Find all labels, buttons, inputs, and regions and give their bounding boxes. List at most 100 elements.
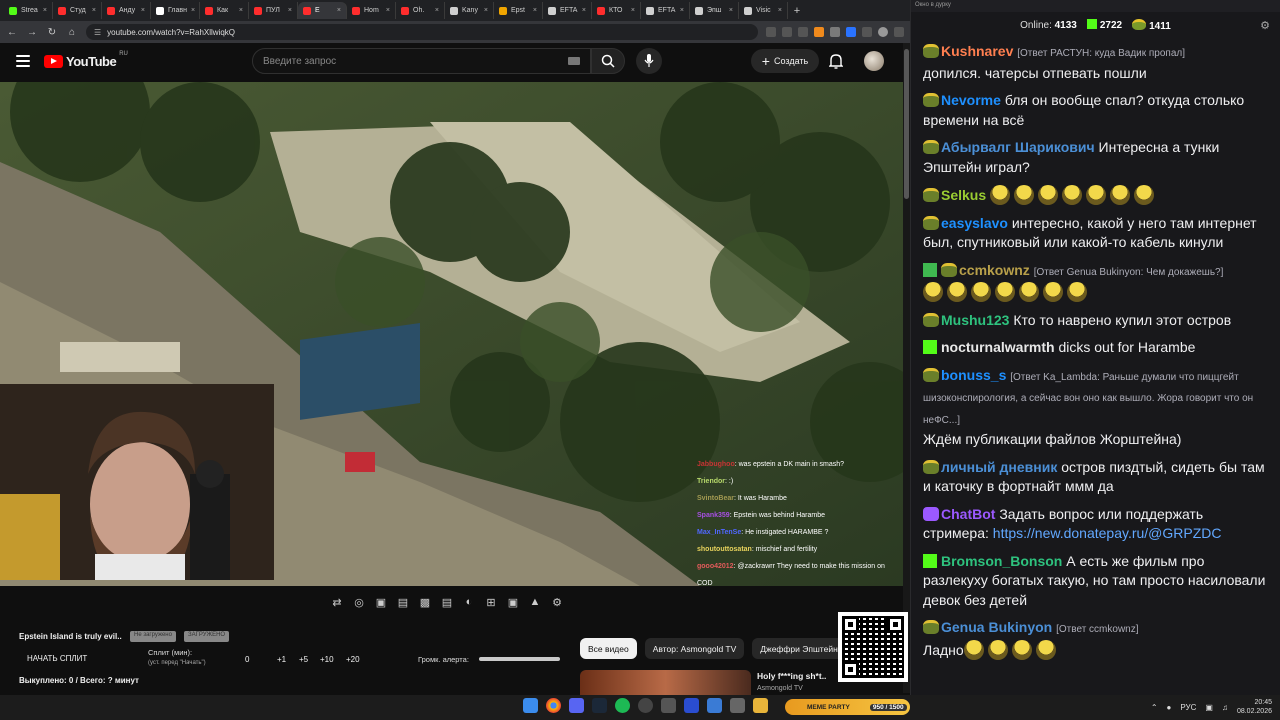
browser-tab[interactable]: EFTA ×	[543, 2, 592, 19]
profile-icon[interactable]	[878, 27, 888, 37]
meme-party-widget[interactable]: MEME PARTY 950 / 1500	[785, 699, 910, 715]
tab-close-icon[interactable]: ×	[288, 7, 292, 14]
app-icon[interactable]	[707, 698, 722, 713]
audio-icon[interactable]: ◎	[352, 596, 366, 609]
tab-close-icon[interactable]: ×	[484, 7, 488, 14]
keyboard-icon[interactable]	[568, 57, 580, 65]
youtube-logo[interactable]: YouTube RU	[44, 51, 128, 69]
video-player[interactable]: Jabbughoo: was epstein a DK main in smas…	[0, 82, 903, 586]
flask-icon[interactable]: ▲	[528, 596, 542, 609]
tab-close-icon[interactable]: ×	[631, 7, 635, 14]
filter-chip-author[interactable]: Автор: Asmongold TV	[644, 638, 745, 659]
explorer-icon[interactable]	[753, 698, 768, 713]
browser-tab[interactable]: Как ×	[200, 2, 249, 19]
filter-chip-all[interactable]: Все видео	[580, 638, 637, 659]
browser-tab[interactable]: Студ ×	[53, 2, 102, 19]
browser-tab[interactable]: ПУЛ ×	[249, 2, 298, 19]
chat-username[interactable]: easyslavo	[941, 215, 1008, 231]
tab-close-icon[interactable]: ×	[435, 7, 439, 14]
chat-username[interactable]: nocturnalwarmth	[941, 339, 1055, 355]
avatar[interactable]	[864, 51, 884, 71]
network-icon[interactable]: ▣	[1205, 703, 1213, 712]
tab-close-icon[interactable]: ×	[191, 7, 195, 14]
app-icon[interactable]	[661, 698, 676, 713]
browser-tab[interactable]: Epst ×	[494, 2, 543, 19]
app-icon[interactable]	[730, 698, 745, 713]
gear-icon[interactable]: ⚙	[550, 596, 564, 609]
split-value[interactable]: 0	[245, 655, 249, 664]
browser-tab[interactable]: Анду ×	[102, 2, 151, 19]
download-icon[interactable]	[862, 27, 872, 37]
chat-username[interactable]: Nevorme	[941, 92, 1001, 108]
search-button[interactable]	[591, 48, 625, 74]
increment-button[interactable]: +5	[299, 655, 308, 664]
menu-icon[interactable]	[894, 27, 904, 37]
chat-username[interactable]: Mushu123	[941, 312, 1009, 328]
browser-tab[interactable]: Е ×	[298, 2, 347, 19]
steam-icon[interactable]	[592, 698, 607, 713]
increment-button[interactable]: +1	[277, 655, 286, 664]
extension-icon[interactable]	[814, 27, 824, 37]
tray-chevron-icon[interactable]: ⌃	[1151, 703, 1158, 712]
zoom-icon[interactable]	[766, 27, 776, 37]
tab-close-icon[interactable]: ×	[680, 7, 684, 14]
spotify-icon[interactable]	[615, 698, 630, 713]
browser-tab[interactable]: Эпш ×	[690, 2, 739, 19]
notifications-bell-icon[interactable]	[829, 53, 843, 69]
forward-icon[interactable]: →	[26, 27, 38, 38]
chrome-icon[interactable]	[546, 698, 561, 713]
back-icon[interactable]: ←	[6, 27, 18, 38]
record-icon[interactable]: ▣	[374, 596, 388, 609]
recommended-channel[interactable]: Asmongold TV	[757, 685, 803, 692]
chat-username[interactable]: Bromson_Bonson	[941, 553, 1062, 569]
browser-tab[interactable]: Главн ×	[151, 2, 200, 19]
start-split-button[interactable]: НАЧАТЬ СПЛИТ	[27, 654, 87, 663]
tab-close-icon[interactable]: ×	[778, 7, 782, 14]
tab-close-icon[interactable]: ×	[92, 7, 96, 14]
alert-volume-slider[interactable]	[479, 657, 560, 661]
increment-button[interactable]: +10	[320, 655, 334, 664]
windows-start-icon[interactable]	[523, 698, 538, 713]
recommended-title[interactable]: Holy f***ing sh*t..	[757, 671, 826, 681]
speed-icon[interactable]: ◐	[462, 596, 476, 609]
tab-close-icon[interactable]: ×	[337, 7, 341, 14]
tab-close-icon[interactable]: ×	[141, 7, 145, 14]
picture-in-picture-icon[interactable]: ▩	[418, 596, 432, 609]
chat-settings-icon[interactable]: ⚙	[1260, 19, 1270, 32]
cast-icon[interactable]	[782, 27, 792, 37]
browser-tab[interactable]: Strea ×	[4, 2, 53, 19]
search-input[interactable]: Введите запрос	[252, 48, 591, 74]
url-field[interactable]: ☰ youtube.com/watch?v=RahXllwiqkQ	[86, 24, 758, 40]
browser-tab[interactable]: Oh. ×	[396, 2, 445, 19]
tab-close-icon[interactable]: ×	[582, 7, 586, 14]
chat-username[interactable]: Абырвалг Шарикович	[941, 139, 1095, 155]
app-icon[interactable]	[684, 698, 699, 713]
camera-icon[interactable]: ▣	[506, 596, 520, 609]
chat-link[interactable]: https://new.donatepay.ru/@GRPZDC	[993, 525, 1222, 541]
tab-close-icon[interactable]: ×	[533, 7, 537, 14]
chat-username[interactable]: Kushnarev	[941, 43, 1013, 59]
browser-tab[interactable]: КТО ×	[592, 2, 641, 19]
discord-icon[interactable]	[569, 698, 584, 713]
chat-username[interactable]: ccmkownz	[959, 262, 1030, 278]
browser-tab[interactable]: Hom ×	[347, 2, 396, 19]
chat-username[interactable]: ChatBot	[941, 506, 995, 522]
chat-username[interactable]: bonuss_s	[941, 367, 1006, 383]
add-clip-icon[interactable]: ⊞	[484, 596, 498, 609]
scrollbar-thumb[interactable]	[904, 49, 909, 199]
chat-username[interactable]: личный дневник	[941, 459, 1057, 475]
loop-icon[interactable]: ⇄	[330, 596, 344, 609]
browser-tab[interactable]: EFTA ×	[641, 2, 690, 19]
chat-username[interactable]: Selkus	[941, 187, 986, 203]
tab-close-icon[interactable]: ×	[386, 7, 390, 14]
reload-icon[interactable]: ↻	[46, 27, 58, 38]
filter-chip-topic[interactable]: Джеффри Эпштейн	[752, 638, 846, 659]
increment-button[interactable]: +20	[346, 655, 360, 664]
voice-search-button[interactable]	[636, 48, 662, 74]
clock[interactable]: 20:45 08.02.2026	[1237, 698, 1272, 716]
bookmark-star-icon[interactable]	[798, 27, 808, 37]
extension-icon[interactable]	[846, 27, 856, 37]
clapper-icon[interactable]: ▤	[396, 596, 410, 609]
site-info-icon[interactable]: ☰	[94, 28, 101, 37]
browser-tab[interactable]: Kany ×	[445, 2, 494, 19]
